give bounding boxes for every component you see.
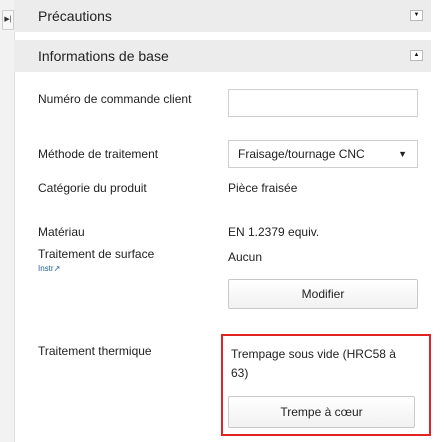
section-title: Précautions: [38, 8, 112, 24]
chevron-down-icon[interactable]: ▼: [410, 10, 423, 21]
heat-treatment-label: Traitement thermique: [38, 344, 152, 358]
heat-treatment-value: Trempage sous vide (HRC58 à 63): [231, 347, 396, 380]
order-number-input[interactable]: [228, 89, 418, 117]
method-value: Fraisage/tournage CNC: [238, 147, 365, 161]
category-label: Catégorie du produit: [38, 181, 147, 195]
modify-button-label: Modifier: [301, 287, 345, 301]
section-header-basic-info[interactable]: Informations de base ▲: [14, 40, 431, 72]
section-header-precautions[interactable]: Précautions ▼: [14, 0, 431, 32]
category-value: Pièce fraisée: [228, 181, 298, 195]
through-hardening-label: Trempe à cœur: [280, 405, 363, 419]
instructions-link[interactable]: Instr↗: [38, 264, 60, 274]
external-link-icon: ↗: [53, 264, 61, 273]
heat-treatment-highlight: Trempage sous vide (HRC58 à 63) Trempe à…: [221, 334, 431, 436]
section-title: Informations de base: [38, 48, 169, 64]
chevron-down-icon: ▼: [398, 149, 407, 159]
chevron-up-icon[interactable]: ▲: [410, 50, 423, 61]
surface-value: Aucun: [228, 250, 263, 264]
through-hardening-button[interactable]: Trempe à cœur: [228, 396, 415, 428]
modify-button[interactable]: Modifier: [228, 279, 418, 309]
surface-label: Traitement de surface: [38, 247, 155, 261]
sidebar-toggle[interactable]: ▶|: [0, 0, 15, 442]
material-label: Matériau: [38, 225, 85, 239]
instructions-link-label: Instr: [38, 264, 54, 273]
material-value: EN 1.2379 equiv.: [228, 225, 320, 239]
order-number-label: Numéro de commande client: [38, 92, 192, 106]
method-select[interactable]: Fraisage/tournage CNC ▼: [228, 140, 418, 168]
method-label: Méthode de traitement: [38, 147, 159, 161]
expand-sidebar-icon[interactable]: ▶|: [2, 10, 14, 30]
